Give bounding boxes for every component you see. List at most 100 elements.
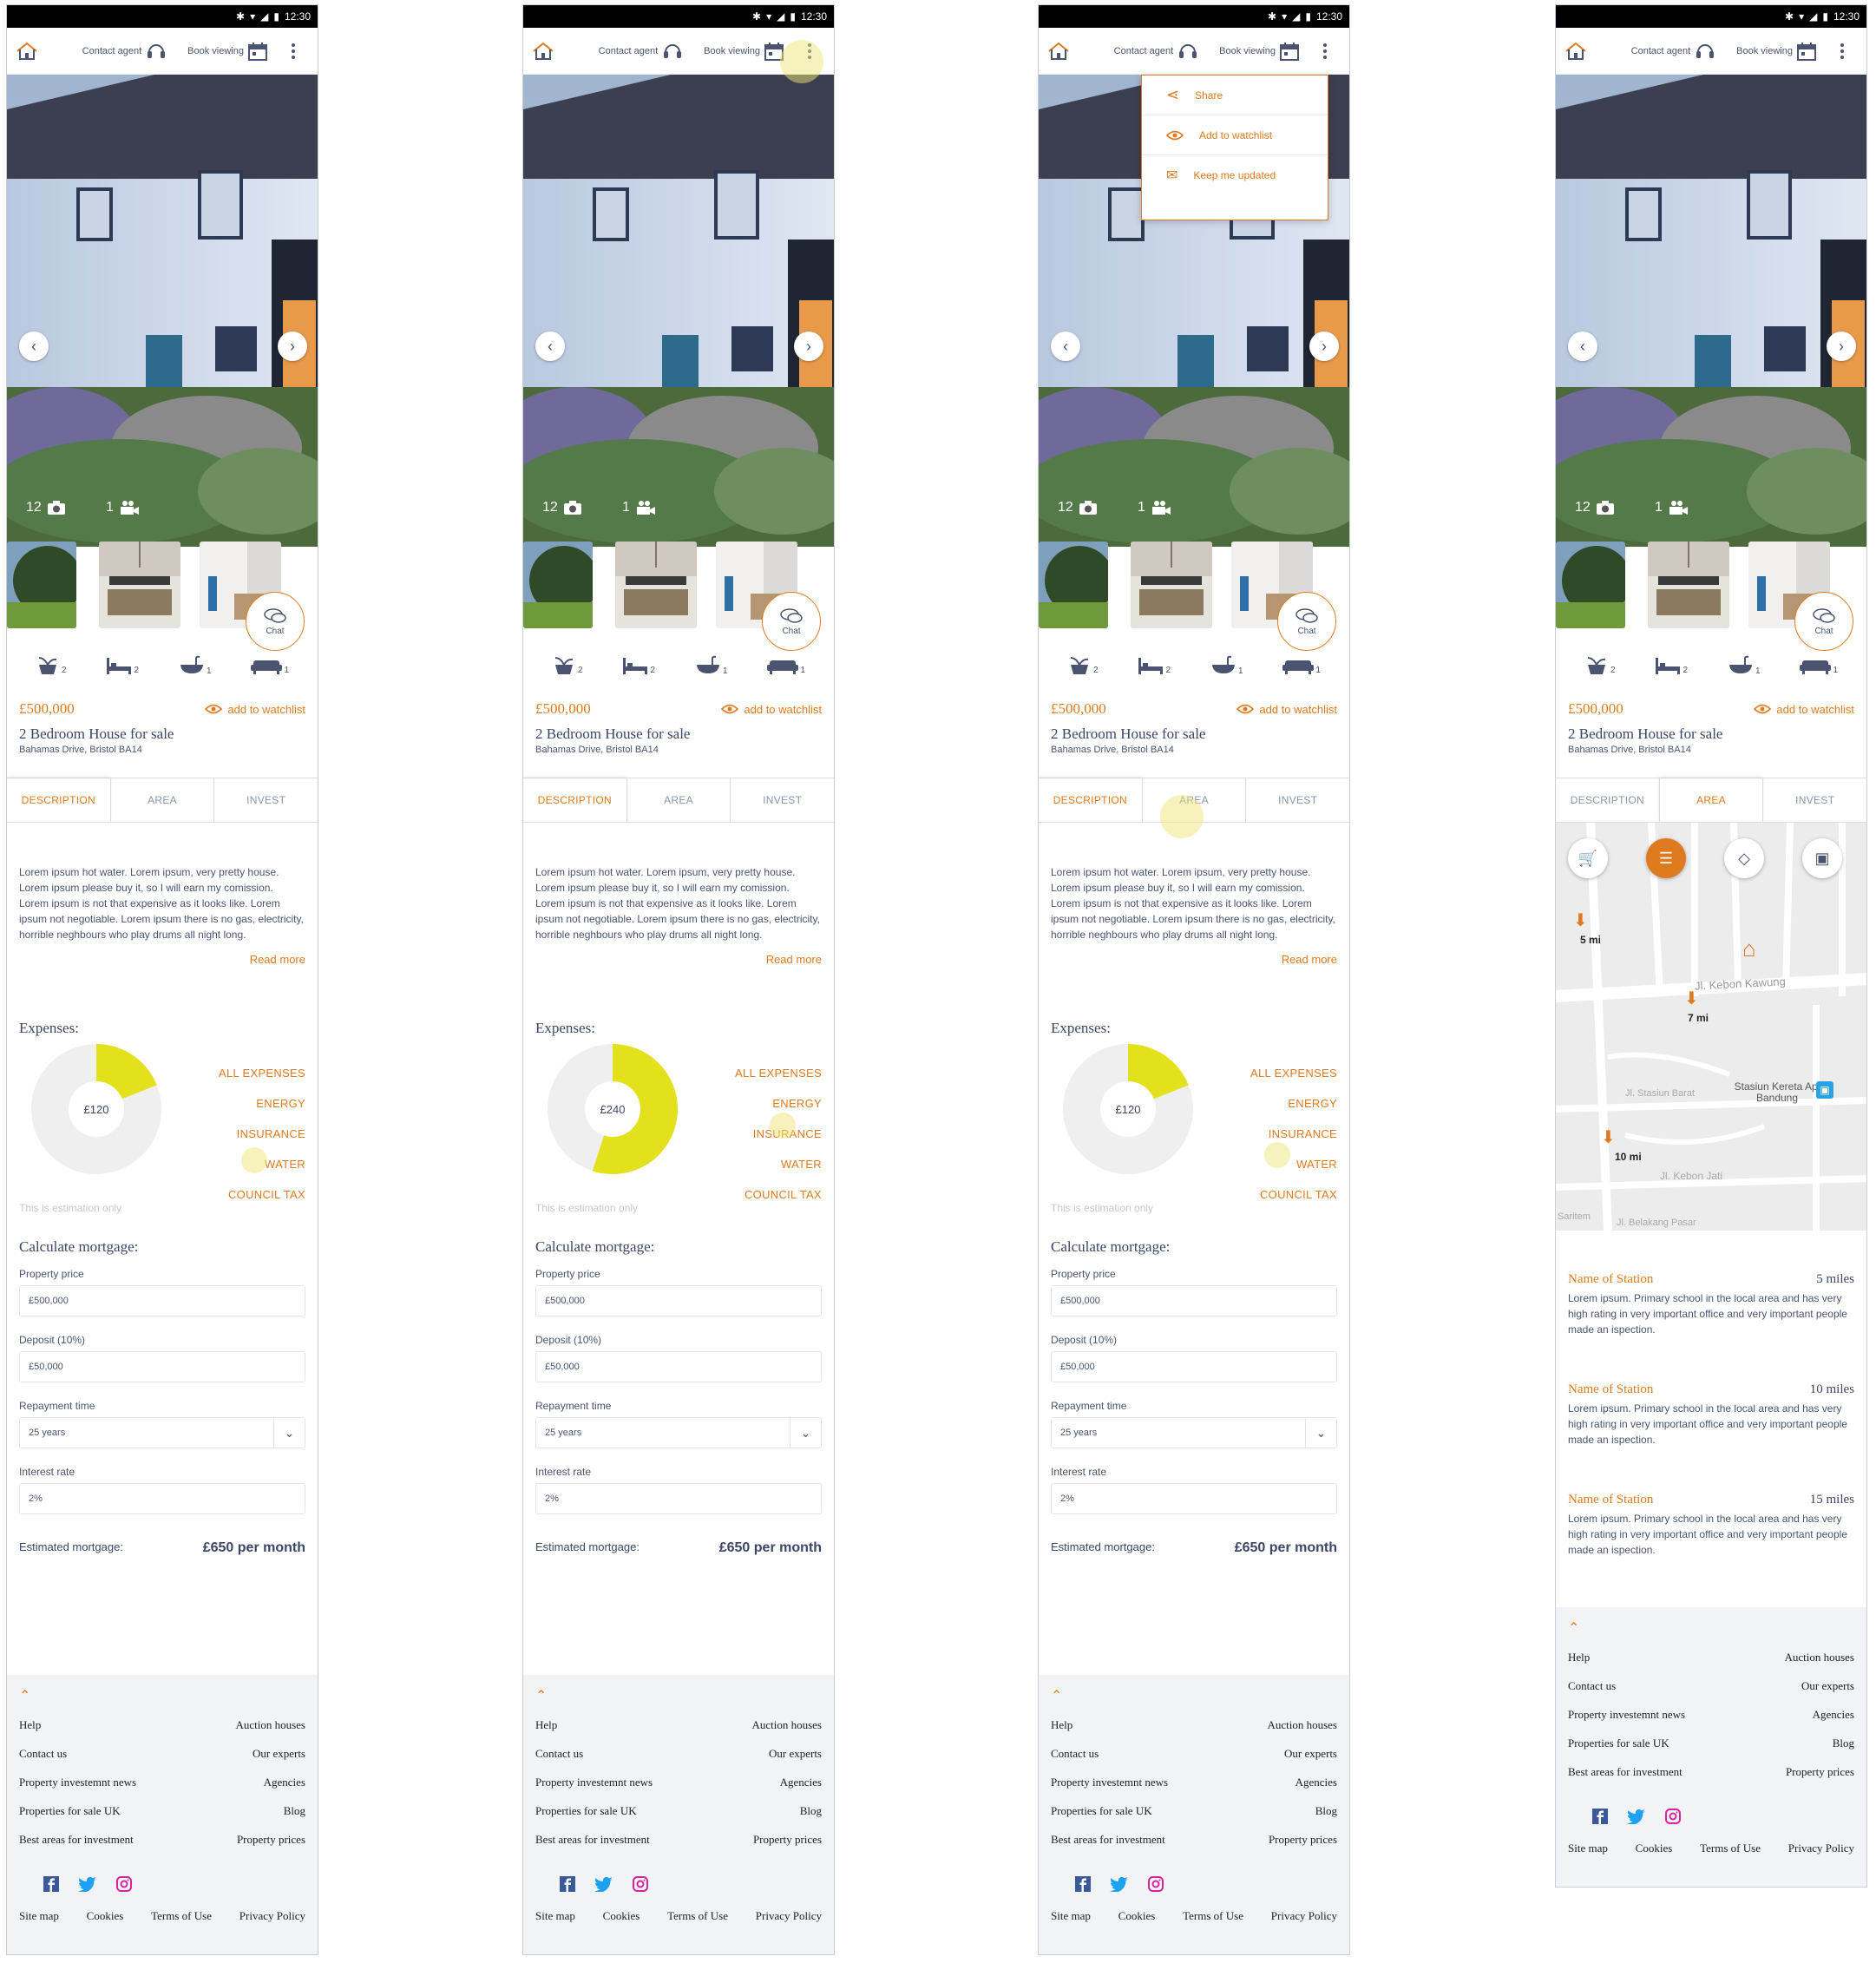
repayment-select[interactable]: 25 years ⌄	[19, 1417, 305, 1448]
footer-link[interactable]: Auction houses	[1784, 1651, 1854, 1664]
facebook-icon[interactable]	[1075, 1876, 1091, 1892]
footer-link[interactable]: Help	[1568, 1651, 1784, 1664]
repayment-select[interactable]: 25 years ⌄	[1051, 1417, 1337, 1448]
footer-link[interactable]: Agencies	[1784, 1708, 1854, 1722]
previous-photo-button[interactable]: ‹	[1568, 332, 1597, 361]
footer-link[interactable]: Contact us	[1051, 1747, 1267, 1761]
tab-invest[interactable]: INVEST	[730, 778, 834, 822]
photo-carousel[interactable]: ‹ › 12 1	[7, 75, 318, 547]
thumbnail-garden[interactable]	[523, 542, 593, 628]
book-viewing-button[interactable]: Book viewing	[187, 42, 267, 61]
footer-bottom-link[interactable]: Terms of Use	[667, 1909, 728, 1923]
add-to-watchlist-link[interactable]: add to watchlist	[721, 703, 822, 716]
footer-bottom-link[interactable]: Terms of Use	[151, 1909, 212, 1923]
legend-item[interactable]: INSURANCE	[219, 1119, 305, 1149]
chat-button[interactable]: Chat	[1794, 592, 1853, 651]
video-count[interactable]: 1	[622, 500, 656, 515]
read-more-link[interactable]: Read more	[523, 942, 834, 966]
footer-link[interactable]: Property investemnt news	[1051, 1776, 1267, 1789]
footer-bottom-link[interactable]: Terms of Use	[1183, 1909, 1243, 1923]
interest-rate-input[interactable]: 2%	[19, 1483, 305, 1514]
train-icon[interactable]: ☰	[1646, 838, 1686, 878]
contact-agent-button[interactable]: Contact agent	[82, 42, 167, 61]
instagram-icon[interactable]	[633, 1876, 648, 1892]
chat-button[interactable]: Chat	[1277, 592, 1336, 651]
previous-photo-button[interactable]: ‹	[19, 332, 49, 361]
book-viewing-button[interactable]: Book viewing	[1736, 42, 1816, 61]
shopping-cart-icon[interactable]: 🛒	[1568, 838, 1608, 878]
twitter-icon[interactable]	[1627, 1809, 1646, 1824]
thumbnail-garden[interactable]	[1556, 542, 1625, 628]
deposit-input[interactable]: £50,000	[19, 1351, 305, 1382]
footer-link[interactable]: Properties for sale UK	[1568, 1736, 1784, 1750]
thumbnail-garden[interactable]	[7, 542, 76, 628]
footer-link[interactable]: Our experts	[1267, 1747, 1337, 1761]
property-price-input[interactable]: £500,000	[1051, 1285, 1337, 1316]
footer-link[interactable]: Contact us	[1568, 1679, 1784, 1693]
footer-link[interactable]: Our experts	[751, 1747, 822, 1761]
footer-bottom-link[interactable]: Site map	[535, 1909, 575, 1923]
footer-link[interactable]: Properties for sale UK	[535, 1804, 751, 1818]
footer-link[interactable]: Property investemnt news	[1568, 1708, 1784, 1722]
video-count[interactable]: 1	[106, 500, 140, 515]
menu-item-watchlist[interactable]: Add to watchlist	[1142, 115, 1328, 155]
instagram-icon[interactable]	[116, 1876, 132, 1892]
footer-bottom-link[interactable]: Privacy Policy	[1788, 1842, 1854, 1855]
more-vertical-icon[interactable]	[1322, 43, 1328, 60]
legend-item[interactable]: ALL EXPENSES	[219, 1058, 305, 1088]
footer-bottom-link[interactable]: Cookies	[603, 1909, 640, 1923]
photo-carousel[interactable]: ‹ › 12 1	[523, 75, 834, 547]
footer-bottom-link[interactable]: Privacy Policy	[239, 1909, 305, 1923]
tab-description[interactable]: DESCRIPTION	[1039, 778, 1142, 822]
home-icon[interactable]	[1564, 42, 1587, 61]
menu-item-keep-updated[interactable]: ✉ Keep me updated	[1142, 155, 1328, 195]
chevron-up-icon[interactable]: ⌃	[19, 1687, 305, 1704]
previous-photo-button[interactable]: ‹	[535, 332, 565, 361]
footer-link[interactable]: Agencies	[1267, 1776, 1337, 1789]
property-home-marker[interactable]: ⌂	[1742, 936, 1756, 962]
video-count[interactable]: 1	[1138, 500, 1171, 515]
property-price-input[interactable]: £500,000	[535, 1285, 822, 1316]
contact-agent-button[interactable]: Contact agent	[1114, 42, 1199, 61]
footer-link[interactable]: Blog	[235, 1804, 305, 1818]
chevron-up-icon[interactable]: ⌃	[1568, 1619, 1854, 1637]
footer-bottom-link[interactable]: Terms of Use	[1700, 1842, 1761, 1855]
footer-link[interactable]: Agencies	[751, 1776, 822, 1789]
legend-item[interactable]: COUNCIL TAX	[1250, 1179, 1337, 1210]
footer-link[interactable]: Property prices	[1784, 1765, 1854, 1779]
footer-bottom-link[interactable]: Privacy Policy	[756, 1909, 822, 1923]
footer-link[interactable]: Our experts	[1784, 1679, 1854, 1693]
property-price-input[interactable]: £500,000	[19, 1285, 305, 1316]
interest-rate-input[interactable]: 2%	[1051, 1483, 1337, 1514]
footer-bottom-link[interactable]: Cookies	[87, 1909, 124, 1923]
tab-invest[interactable]: INVEST	[213, 778, 318, 822]
footer-bottom-link[interactable]: Site map	[1568, 1842, 1608, 1855]
chat-button[interactable]: Chat	[246, 592, 305, 651]
photo-count[interactable]: 12	[542, 500, 582, 515]
footer-link[interactable]: Best areas for investment	[1568, 1765, 1784, 1779]
tab-area[interactable]: AREA	[1658, 778, 1763, 822]
footer-link[interactable]: Property prices	[1267, 1833, 1337, 1847]
read-more-link[interactable]: Read more	[1039, 942, 1349, 966]
legend-item[interactable]: ENERGY	[219, 1088, 305, 1119]
contact-agent-button[interactable]: Contact agent	[1631, 42, 1716, 61]
footer-bottom-link[interactable]: Privacy Policy	[1271, 1909, 1337, 1923]
next-photo-button[interactable]: ›	[1309, 332, 1339, 361]
home-icon[interactable]	[16, 42, 38, 61]
footer-link[interactable]: Properties for sale UK	[19, 1804, 235, 1818]
legend-item[interactable]: COUNCIL TAX	[219, 1179, 305, 1210]
facebook-icon[interactable]	[1592, 1809, 1608, 1824]
next-photo-button[interactable]: ›	[278, 332, 307, 361]
station-item[interactable]: Name of Station 10 miles Lorem ipsum. Pri…	[1556, 1382, 1866, 1448]
footer-bottom-link[interactable]: Site map	[19, 1909, 59, 1923]
chevron-up-icon[interactable]: ⌃	[1051, 1687, 1337, 1704]
tab-area[interactable]: AREA	[626, 778, 731, 822]
location-pin-icon[interactable]: ⬇	[1573, 909, 1588, 931]
footer-link[interactable]: Auction houses	[1267, 1718, 1337, 1732]
thumbnail-kitchen[interactable]	[1131, 542, 1212, 628]
thumbnail-kitchen[interactable]	[99, 542, 180, 628]
tab-description[interactable]: DESCRIPTION	[1556, 778, 1659, 822]
facebook-icon[interactable]	[43, 1876, 59, 1892]
add-to-watchlist-link[interactable]: add to watchlist	[1236, 703, 1337, 716]
home-icon[interactable]	[1047, 42, 1070, 61]
